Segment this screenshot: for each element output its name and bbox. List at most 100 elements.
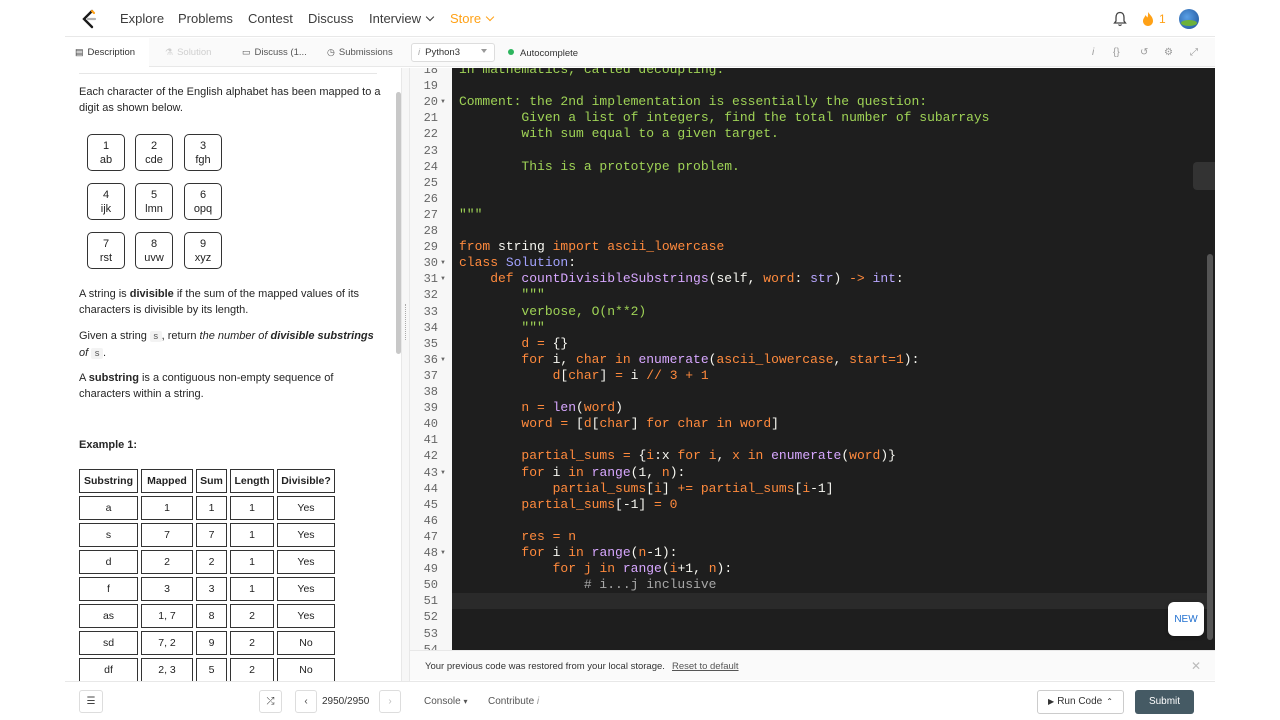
braces-icon[interactable]: {} — [1113, 47, 1120, 58]
code-token: range — [591, 545, 631, 560]
editor-scrollbar[interactable] — [1207, 254, 1213, 640]
table-header-row: Substring Mapped Sum Length Divisible? — [79, 469, 335, 493]
submit-button[interactable]: Submit — [1135, 690, 1194, 714]
fold-arrow-icon[interactable]: ▼ — [440, 260, 446, 266]
fold-arrow-icon[interactable]: ▼ — [440, 550, 446, 556]
fullscreen-icon[interactable]: ⤢ — [1190, 47, 1198, 58]
code-token: j — [583, 561, 600, 577]
table-cell: Yes — [277, 604, 335, 628]
code-token: enumerate — [771, 448, 842, 464]
line-number: 18 — [423, 68, 438, 77]
table-cell: 1 — [230, 577, 274, 601]
table-cell: f — [79, 577, 138, 601]
code-token: i — [654, 480, 662, 496]
code-token: = — [537, 400, 553, 416]
nav-contest[interactable]: Contest — [248, 11, 293, 26]
close-icon[interactable]: ✕ — [1191, 659, 1201, 673]
reset-to-default-link[interactable]: Reset to default — [672, 661, 739, 672]
shuffle-button[interactable]: ⤮ — [259, 690, 282, 713]
code-token: x — [732, 448, 748, 464]
code-token: in mathematics, called decoupling. — [459, 68, 725, 77]
code-token: """ — [459, 319, 545, 335]
keypad-key: 1 ab — [87, 134, 125, 171]
table-cell: 2, 3 — [141, 658, 193, 682]
code-token: for — [459, 545, 553, 560]
text-run: A string is — [79, 288, 130, 300]
tab-discuss[interactable]: ▭ Discuss (1... — [242, 38, 307, 67]
code-line: # i...j inclusive — [459, 577, 717, 593]
next-problem-button[interactable]: › — [379, 690, 401, 713]
table-cell: 9 — [196, 631, 227, 655]
code-token: ) — [833, 271, 850, 287]
table-cell: s — [79, 523, 138, 547]
tab-submissions[interactable]: ◷ Submissions — [327, 38, 393, 67]
code-token: """ — [459, 206, 483, 222]
prev-problem-button[interactable]: ‹ — [295, 690, 317, 713]
code-line: Comment: the 2nd implementation is essen… — [459, 94, 927, 110]
code-token: This is a prototype problem. — [459, 158, 740, 174]
fold-arrow-icon[interactable]: ▼ — [440, 276, 446, 282]
reset-icon[interactable]: ↺ — [1140, 47, 1148, 58]
language-select[interactable]: i Python3 — [411, 43, 495, 62]
code-token: for — [677, 448, 709, 464]
key-digit: 1 — [102, 140, 110, 152]
fold-arrow-icon[interactable]: ▼ — [440, 470, 446, 476]
table-cell: 2 — [196, 550, 227, 574]
line-number: 30 — [423, 256, 438, 271]
code-editor[interactable]: 18 19 20 ▼ 21 22 23 24 25 26 27 28 29 30 ▼ 31 ▼ 32 33 34 35 3… — [410, 68, 1215, 650]
side-panel-toggle[interactable] — [1193, 162, 1215, 190]
code-token: string — [498, 239, 553, 255]
code-token: : — [568, 255, 577, 271]
code-token: for — [646, 416, 678, 432]
streak-count: 1 — [1159, 12, 1166, 26]
problem-description-panel: Each character of the English alphabet h… — [65, 68, 398, 685]
code-token: Comment: the 2nd implementation is essen… — [459, 94, 928, 110]
problem-list-button[interactable]: ☰ — [79, 690, 103, 713]
nav-store[interactable]: Store — [450, 11, 495, 26]
leetcode-logo-icon[interactable] — [80, 9, 98, 29]
run-code-button[interactable]: ▶ Run Code ⌃ — [1037, 690, 1124, 714]
status-dot-icon — [508, 49, 514, 55]
info-icon: i — [418, 47, 421, 58]
nav-interview[interactable]: Interview — [369, 11, 435, 26]
fold-arrow-icon[interactable]: ▼ — [440, 357, 446, 363]
divider — [79, 73, 377, 74]
code-token: len — [552, 400, 577, 416]
panel-splitter[interactable] — [401, 68, 410, 685]
settings-gear-icon[interactable]: ⚙ — [1164, 47, 1173, 58]
line-number: 52 — [423, 610, 438, 625]
key-letters: rst — [99, 252, 113, 264]
autocomplete-toggle[interactable]: Autocomplete — [508, 48, 578, 59]
notification-bell-icon[interactable] — [1113, 11, 1127, 27]
tab-description[interactable]: ▤ Description — [65, 38, 149, 67]
table-cell: Yes — [277, 577, 335, 601]
fold-arrow-icon[interactable]: ▼ — [440, 99, 446, 105]
keypad-key: 9 xyz — [184, 232, 222, 269]
description-intro: Each character of the English alphabet h… — [79, 86, 381, 114]
table-cell: 7 — [196, 523, 227, 547]
code-token: = — [888, 351, 896, 367]
code-token: ( — [661, 561, 670, 577]
bottom-bar: ☰ ⤮ ‹ 2950/2950 › Console ▾ Contribute i… — [65, 681, 1215, 720]
code-line: Given a list of integers, find the total… — [459, 110, 989, 126]
key-letters: opq — [193, 203, 213, 215]
nav-explore[interactable]: Explore — [120, 11, 164, 26]
key-letters: lmn — [145, 203, 163, 215]
table-cell: Yes — [277, 496, 335, 520]
nav-problems[interactable]: Problems — [178, 11, 233, 26]
contribute-link[interactable]: Contribute i — [488, 696, 539, 707]
new-feature-badge[interactable]: NEW — [1168, 602, 1204, 636]
keypad-key: 8 uvw — [135, 232, 173, 269]
comment-icon: ▭ — [242, 47, 251, 57]
code-token: i — [646, 448, 655, 464]
code-token: ( — [841, 448, 850, 464]
info-icon[interactable]: i — [1092, 47, 1094, 58]
key-letters: ab — [99, 154, 113, 166]
user-avatar[interactable] — [1179, 9, 1199, 29]
fire-streak-icon[interactable] — [1141, 11, 1155, 27]
console-toggle[interactable]: Console ▾ — [424, 696, 468, 707]
table-cell: 3 — [196, 577, 227, 601]
code-token: in — [568, 464, 592, 480]
key-letters: cde — [145, 154, 163, 166]
nav-discuss[interactable]: Discuss — [308, 11, 354, 26]
